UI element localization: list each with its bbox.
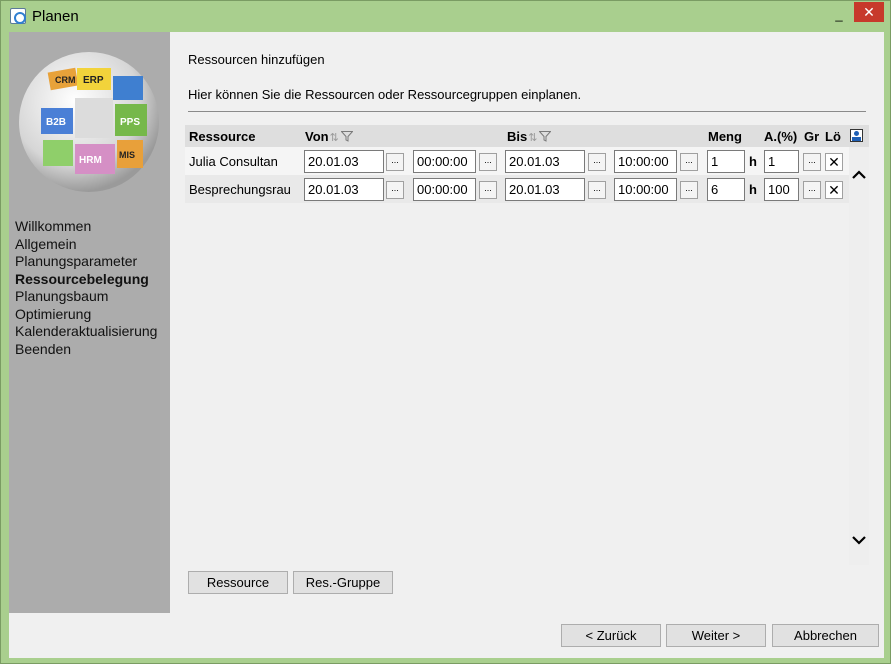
header-resource[interactable]: Ressource <box>189 129 255 144</box>
delete-row-button[interactable]: ✕ <box>825 153 843 171</box>
resource-name: Besprechungsrau <box>189 182 291 197</box>
percent-field[interactable]: 1 <box>764 150 799 173</box>
add-resource-button[interactable]: Ressource <box>188 571 288 594</box>
step-willkommen[interactable]: Willkommen <box>15 218 157 236</box>
step-optimierung[interactable]: Optimierung <box>15 306 157 324</box>
page-description: Hier können Sie die Ressourcen oder Ress… <box>188 87 582 102</box>
wizard-steps: Willkommen Allgemein Planungsparameter R… <box>15 218 157 358</box>
header-to-label: Bis <box>507 129 528 144</box>
logo-label-b2b: B2B <box>46 117 66 128</box>
header-group[interactable]: Gr <box>804 129 819 144</box>
next-button[interactable]: Weiter > <box>666 624 766 647</box>
divider <box>188 111 866 112</box>
title-bar: Planen _ ✕ <box>1 1 890 31</box>
header-to[interactable]: Bis⇅ <box>507 129 552 144</box>
logo-label-crm: CRM <box>55 75 76 85</box>
vertical-scrollbar[interactable] <box>849 147 869 565</box>
sidebar: CRM ERP B2B PPS HRM MIS Willkommen Allge… <box>9 32 170 613</box>
step-beenden[interactable]: Beenden <box>15 341 157 359</box>
from-time-field[interactable]: 00:00:00 <box>413 178 476 201</box>
window-title: Planen <box>32 8 79 25</box>
page-title: Ressourcen hinzufügen <box>188 52 325 67</box>
sort-icon[interactable]: ⇅ <box>528 132 537 144</box>
logo-label-pps: PPS <box>120 117 140 128</box>
to-date-picker-button[interactable]: ... <box>588 181 606 199</box>
from-time-picker-button[interactable]: ... <box>479 153 497 171</box>
delete-row-button[interactable]: ✕ <box>825 181 843 199</box>
to-date-field[interactable]: 20.01.03 <box>505 150 585 173</box>
logo-label-mis: MIS <box>119 150 135 160</box>
logo-label-hrm: HRM <box>79 155 102 166</box>
table-row: Besprechungsrau 20.01.03 ... 00:00:00 ..… <box>185 175 849 203</box>
from-date-picker-button[interactable]: ... <box>386 153 404 171</box>
header-from[interactable]: Von⇅ <box>305 129 353 144</box>
header-delete[interactable]: Lö <box>825 129 841 144</box>
logo-label-erp: ERP <box>83 75 104 86</box>
step-planungsbaum[interactable]: Planungsbaum <box>15 288 157 306</box>
to-time-picker-button[interactable]: ... <box>680 153 698 171</box>
from-time-picker-button[interactable]: ... <box>479 181 497 199</box>
planen-window: Planen _ ✕ CRM ERP B2B PPS HRM MIS Willk… <box>0 0 891 664</box>
group-button[interactable]: ... <box>803 153 821 171</box>
unit-label: h <box>749 182 757 197</box>
step-planungsparameter[interactable]: Planungsparameter <box>15 253 157 271</box>
step-kalenderaktualisierung[interactable]: Kalenderaktualisierung <box>15 323 157 341</box>
to-time-field[interactable]: 10:00:00 <box>614 150 677 173</box>
dialog-client: CRM ERP B2B PPS HRM MIS Willkommen Allge… <box>9 32 884 658</box>
header-from-label: Von <box>305 129 329 144</box>
app-icon <box>10 8 26 24</box>
step-ressourcebelegung[interactable]: Ressourcebelegung <box>15 271 157 289</box>
from-date-picker-button[interactable]: ... <box>386 181 404 199</box>
cancel-button[interactable]: Abbrechen <box>772 624 879 647</box>
add-row-icon[interactable] <box>850 129 863 142</box>
filter-icon[interactable] <box>539 131 552 142</box>
quantity-field[interactable]: 1 <box>707 150 745 173</box>
header-percent[interactable]: A.(%) <box>764 129 797 144</box>
scroll-down-icon[interactable] <box>851 532 867 548</box>
from-time-field[interactable]: 00:00:00 <box>413 150 476 173</box>
back-button[interactable]: < Zurück <box>561 624 661 647</box>
to-time-field[interactable]: 10:00:00 <box>614 178 677 201</box>
add-resource-group-button[interactable]: Res.-Gruppe <box>293 571 393 594</box>
to-time-picker-button[interactable]: ... <box>680 181 698 199</box>
scroll-up-icon[interactable] <box>851 167 867 183</box>
minimize-button[interactable]: _ <box>827 5 851 25</box>
group-button[interactable]: ... <box>803 181 821 199</box>
filter-icon[interactable] <box>340 131 353 142</box>
quantity-field[interactable]: 6 <box>707 178 745 201</box>
header-quantity[interactable]: Meng <box>708 129 742 144</box>
grid-header: Ressource Von⇅ Bis⇅ Meng A.(%) Gr Lö <box>185 125 869 147</box>
from-date-field[interactable]: 20.01.03 <box>304 150 384 173</box>
unit-label: h <box>749 154 757 169</box>
puzzle-globe-logo: CRM ERP B2B PPS HRM MIS <box>19 52 159 192</box>
percent-field[interactable]: 100 <box>764 178 799 201</box>
from-date-field[interactable]: 20.01.03 <box>304 178 384 201</box>
scroll-track[interactable] <box>849 147 869 565</box>
sort-icon[interactable]: ⇅ <box>330 132 339 144</box>
table-row: Julia Consultan 20.01.03 ... 00:00:00 ..… <box>185 147 849 175</box>
close-button[interactable]: ✕ <box>854 2 884 22</box>
step-allgemein[interactable]: Allgemein <box>15 236 157 254</box>
to-date-picker-button[interactable]: ... <box>588 153 606 171</box>
resource-name: Julia Consultan <box>189 154 278 169</box>
to-date-field[interactable]: 20.01.03 <box>505 178 585 201</box>
